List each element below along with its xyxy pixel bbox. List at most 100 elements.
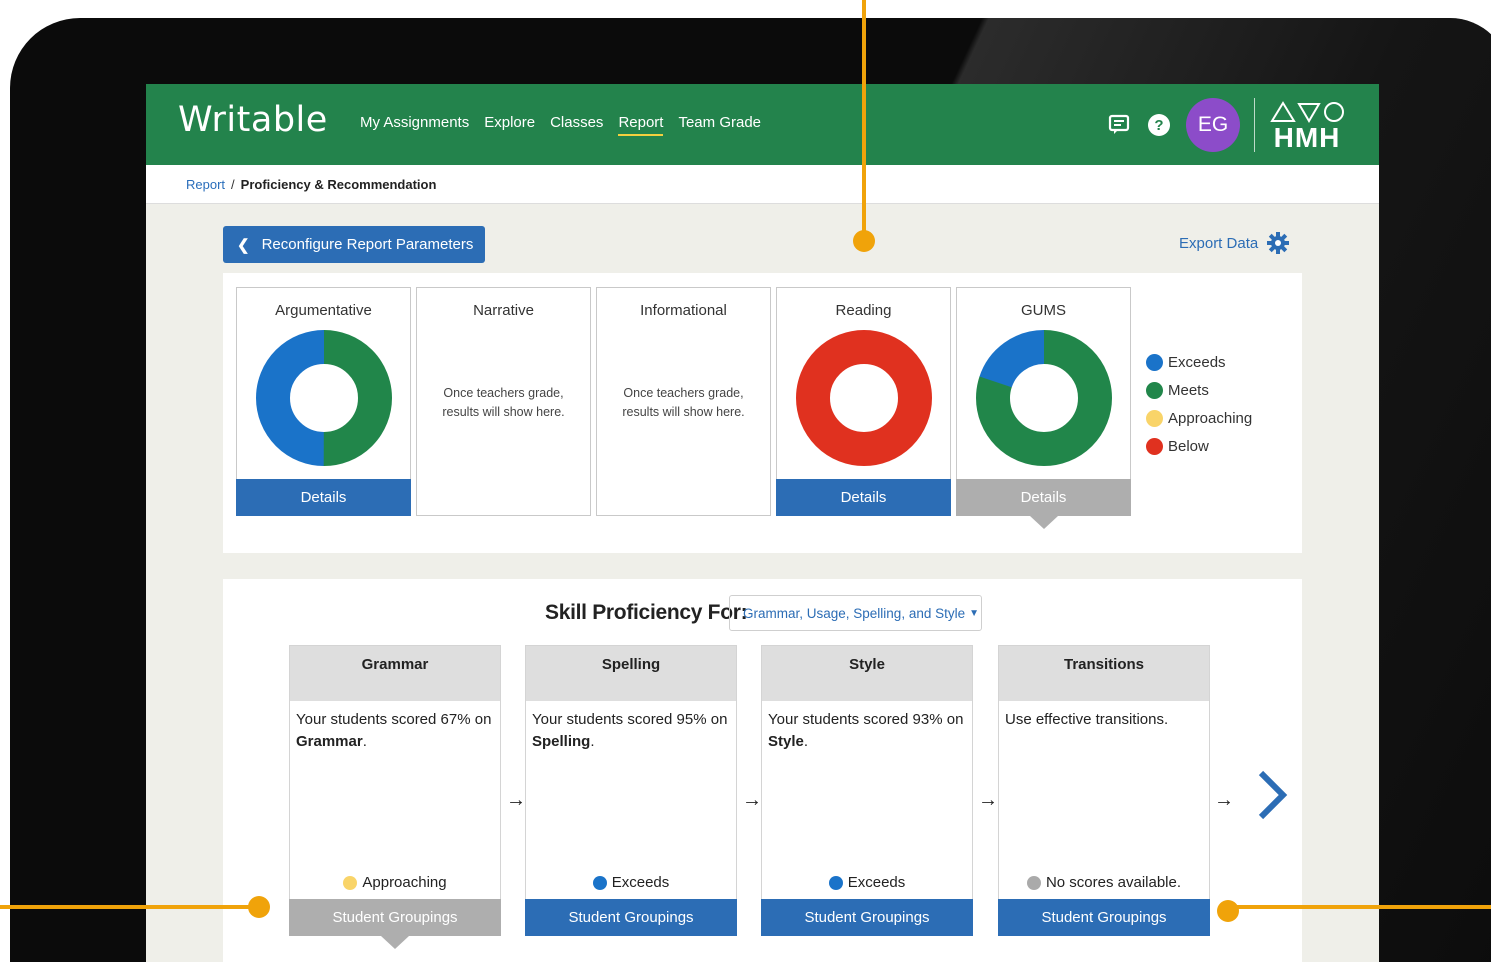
legend-label: Exceeds	[1168, 353, 1226, 371]
skill-heading: Skill Proficiency For:	[545, 601, 748, 624]
status-dot	[343, 875, 358, 890]
nav-report[interactable]: Report	[618, 114, 664, 136]
skill-status: Approaching	[290, 874, 500, 891]
callout-dot-right	[1217, 900, 1239, 922]
empty-line: results will show here.	[622, 405, 745, 419]
skill-card-text: Use effective transitions.	[999, 701, 1209, 739]
legend-item-below: Below	[1146, 432, 1252, 460]
app-screen: Writable My Assignments Explore Classes …	[146, 84, 1379, 962]
gums-donut	[976, 330, 1112, 466]
callout-line-left	[0, 905, 258, 909]
nav-team-grade[interactable]: Team Grade	[678, 114, 761, 136]
skill-status: Exceeds	[762, 874, 972, 891]
skill-card-transitions: Transitions Use effective transitions. N…	[998, 645, 1210, 936]
help-icon[interactable]: ?	[1146, 112, 1172, 138]
skill-card-grammar: Grammar Your students scored 67% on Gram…	[289, 645, 501, 949]
skill-card-skill-name: Grammar	[296, 733, 363, 750]
callout-dot-top	[853, 230, 875, 252]
empty-line: Once teachers grade,	[623, 386, 744, 400]
nav-explore[interactable]: Explore	[484, 114, 535, 136]
reconfigure-button[interactable]: ❮ Reconfigure Report Parameters	[223, 226, 485, 263]
nav-classes[interactable]: Classes	[550, 114, 603, 136]
legend-label: Below	[1168, 437, 1209, 455]
arrow-right-icon: →	[978, 789, 998, 811]
svg-text:?: ?	[1154, 117, 1163, 134]
status-label: Approaching	[362, 874, 447, 891]
skill-select-value: Grammar, Usage, Spelling, and Style	[743, 605, 966, 621]
status-label: Exceeds	[847, 874, 906, 891]
status-label: No scores available.	[1045, 874, 1182, 891]
empty-message: Once teachers grade, results will show h…	[417, 384, 590, 422]
gear-icon[interactable]	[1267, 232, 1290, 254]
details-button[interactable]: Details	[776, 479, 951, 516]
header-actions: ? EG HMH	[1106, 84, 1379, 165]
genre-card-informational: Informational Once teachers grade, resul…	[596, 287, 771, 516]
skill-card-skill-name: Style	[768, 733, 804, 750]
genre-card-argumentative: Argumentative Details	[236, 287, 411, 516]
reading-donut	[796, 330, 932, 466]
student-groupings-button[interactable]: Student Groupings	[525, 899, 737, 936]
breadcrumb-report-link[interactable]: Report	[186, 177, 225, 192]
genre-title: Argumentative	[275, 302, 372, 319]
hmh-shapes-icon	[1267, 99, 1347, 125]
legend-dot	[1146, 381, 1163, 399]
status-dot	[828, 875, 843, 890]
empty-line: results will show here.	[442, 405, 565, 419]
chevron-left-icon: ❮	[237, 236, 250, 254]
legend-dot	[1146, 353, 1163, 371]
export-label: Export Data	[1179, 234, 1259, 252]
caret-down-icon: ▼	[969, 607, 980, 619]
legend-dot	[1146, 437, 1163, 455]
legend-dot	[1146, 409, 1163, 427]
breadcrumb-current: Proficiency & Recommendation	[240, 176, 437, 192]
status-label: Exceeds	[611, 874, 670, 891]
reconfigure-label: Reconfigure Report Parameters	[261, 236, 474, 253]
student-groupings-button[interactable]: Student Groupings	[998, 899, 1210, 936]
main-nav: My Assignments Explore Classes Report Te…	[360, 114, 761, 136]
genre-title: Informational	[640, 302, 727, 319]
stage: Writable My Assignments Explore Classes …	[0, 0, 1491, 962]
genre-card-narrative: Narrative Once teachers grade, results w…	[416, 287, 591, 516]
skill-card-title: Grammar	[290, 646, 500, 701]
selected-pointer	[1029, 516, 1058, 529]
arrow-right-icon: →	[1214, 789, 1234, 811]
feedback-icon[interactable]	[1106, 112, 1132, 138]
skill-card-suffix: .	[803, 733, 809, 750]
skill-category-select[interactable]: Grammar, Usage, Spelling, and Style ▼	[729, 595, 982, 631]
skill-card-text: Your students scored 95% on Spelling.	[526, 701, 736, 761]
genre-card-reading: Reading Details	[776, 287, 951, 516]
legend-item-meets: Meets	[1146, 376, 1252, 404]
skill-card-title: Transitions	[999, 646, 1209, 701]
top-navigation-bar: Writable My Assignments Explore Classes …	[146, 84, 1379, 165]
genre-summary-panel: Argumentative Details Narrative Once tea…	[223, 273, 1302, 553]
skill-card-title: Spelling	[526, 646, 736, 701]
skill-card-text: Your students scored 93% on Style.	[762, 701, 972, 761]
hmh-logo: HMH	[1267, 99, 1347, 151]
header-divider	[1254, 97, 1255, 152]
student-groupings-button[interactable]: Student Groupings	[761, 899, 973, 936]
user-avatar[interactable]: EG	[1186, 97, 1240, 152]
status-dot	[592, 875, 607, 890]
skill-card-spelling: Spelling Your students scored 95% on Spe…	[525, 645, 737, 936]
export-data-link[interactable]: Export Data	[1179, 232, 1290, 254]
skill-card-sentence: Your students scored 67% on	[296, 711, 492, 728]
student-groupings-button-selected[interactable]: Student Groupings	[289, 899, 501, 949]
skill-card-sentence: Use effective transitions.	[1005, 711, 1169, 728]
next-chevron-icon[interactable]	[1253, 769, 1289, 821]
details-button-selected[interactable]: Details	[956, 479, 1131, 529]
breadcrumb-separator: /	[231, 176, 235, 192]
legend-label: Approaching	[1168, 409, 1253, 427]
proficiency-legend: Exceeds Meets Approaching Below	[1146, 348, 1252, 460]
empty-line: Once teachers grade,	[443, 386, 564, 400]
genre-card-gums: GUMS Details	[956, 287, 1131, 529]
legend-item-exceeds: Exceeds	[1146, 348, 1252, 376]
legend-label: Meets	[1168, 381, 1209, 399]
nav-my-assignments[interactable]: My Assignments	[360, 114, 469, 136]
status-dot	[1026, 875, 1041, 890]
breadcrumb: Report / Proficiency & Recommendation	[146, 165, 1379, 204]
writable-logo[interactable]: Writable	[178, 100, 328, 140]
arrow-right-icon: →	[742, 789, 762, 811]
argumentative-donut	[256, 330, 392, 466]
callout-line-right	[1228, 905, 1491, 909]
details-button[interactable]: Details	[236, 479, 411, 516]
